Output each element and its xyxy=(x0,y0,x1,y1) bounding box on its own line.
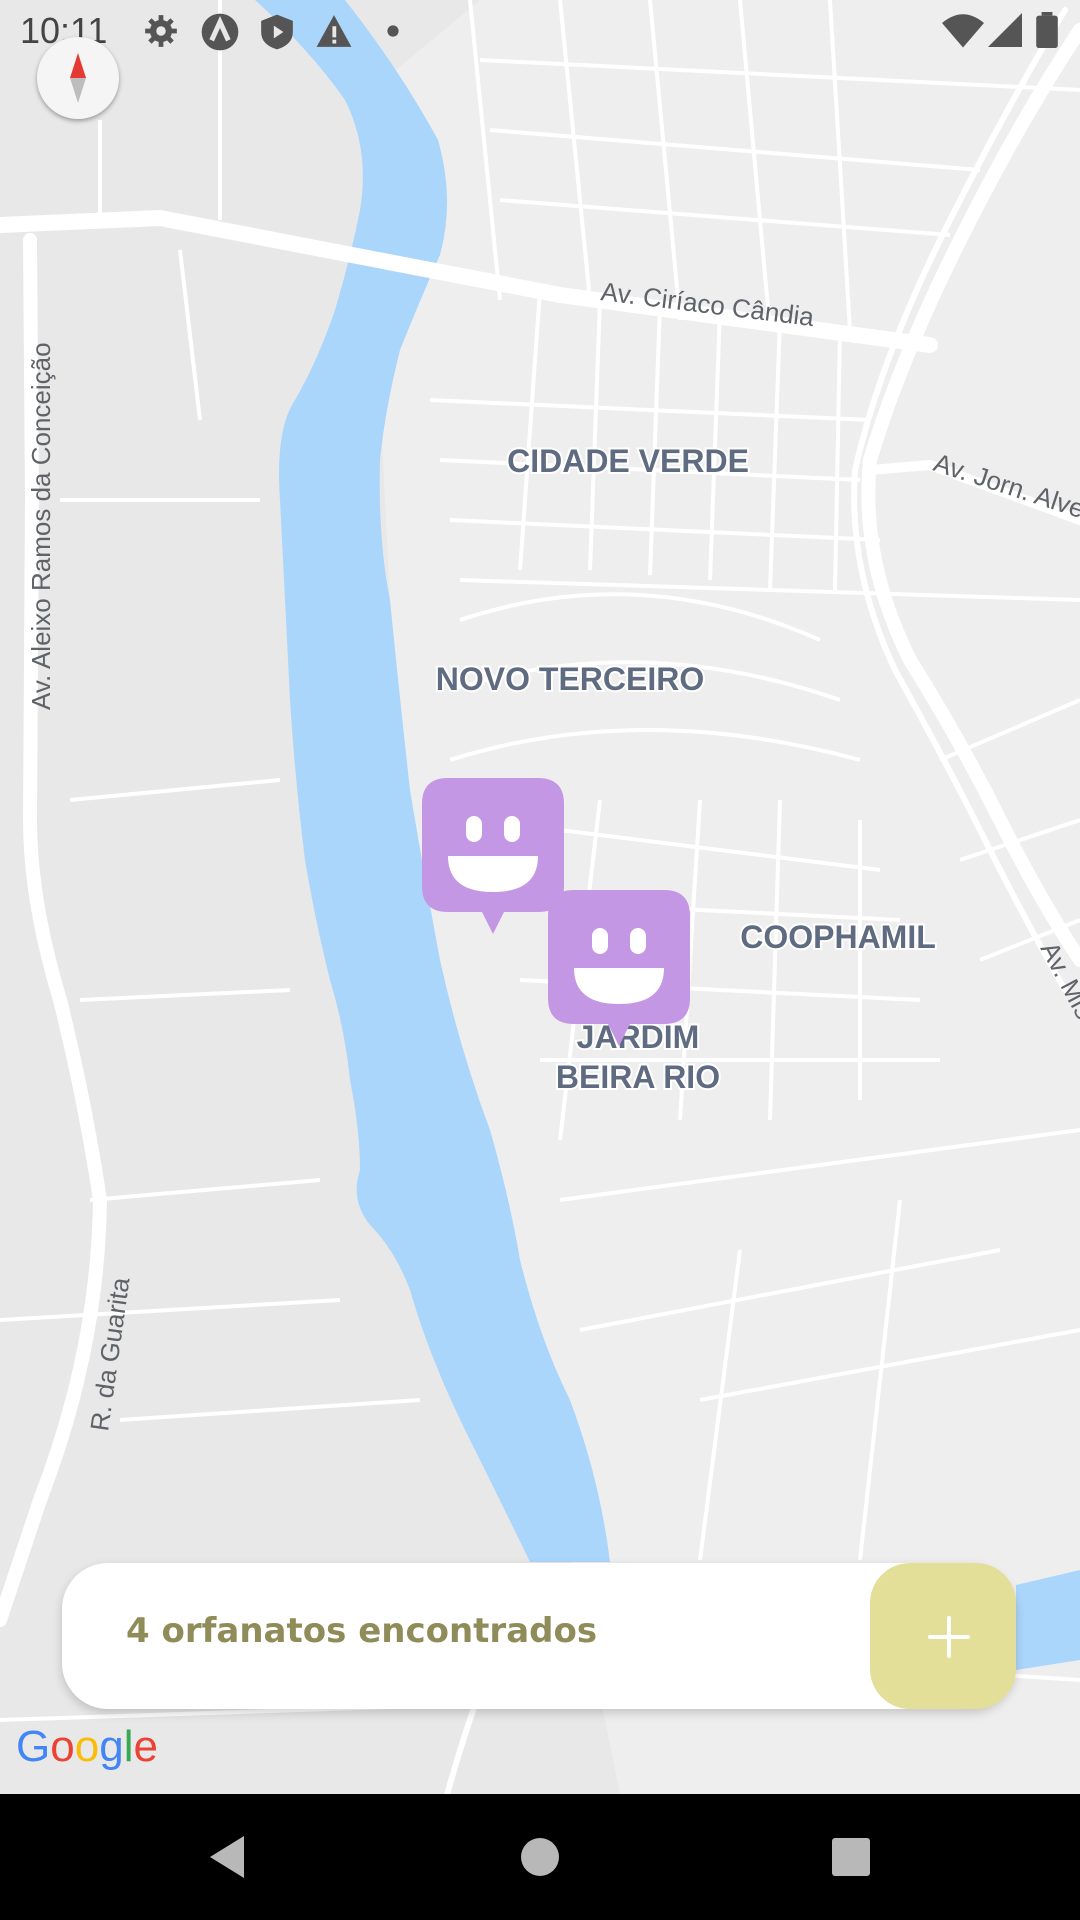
home-icon[interactable] xyxy=(507,1824,573,1890)
google-logo: Google xyxy=(16,1722,158,1772)
battery-icon xyxy=(1036,12,1058,48)
google-logo-letter: g xyxy=(99,1722,124,1771)
app-icon xyxy=(201,13,239,51)
smile-marker-icon[interactable] xyxy=(546,888,692,1048)
status-bar: 10:11 xyxy=(0,0,1080,63)
river-right xyxy=(1016,1570,1080,1670)
smile-marker-icon[interactable] xyxy=(420,776,566,936)
back-icon[interactable] xyxy=(196,1824,262,1890)
area-label-beira-rio: BEIRA RIO xyxy=(556,1059,720,1095)
compass-icon[interactable] xyxy=(37,37,119,119)
gear-icon xyxy=(145,15,177,47)
area-label-novo-terceiro: NOVO TERCEIRO xyxy=(436,661,704,697)
google-logo-letter: e xyxy=(133,1722,158,1771)
google-logo-letter: o xyxy=(74,1722,100,1771)
plus-icon xyxy=(928,1616,970,1658)
area-label-cidade-verde: CIDADE VERDE xyxy=(507,443,749,479)
google-logo-letter: l xyxy=(123,1722,134,1771)
navigation-bar xyxy=(0,1794,1080,1920)
shield-play-icon xyxy=(261,14,293,50)
street-label-aleixo: Av. Aleixo Ramos da Conceição xyxy=(26,342,56,710)
google-logo-letter: G xyxy=(16,1722,51,1771)
area-label-coophamil: COOPHAMIL xyxy=(740,919,936,955)
recents-icon[interactable] xyxy=(818,1824,884,1890)
dot-icon xyxy=(387,25,399,37)
orphanage-count-text: 4 orfanatos encontrados xyxy=(126,1611,598,1651)
add-orphanage-button[interactable] xyxy=(870,1563,1016,1709)
google-logo-letter: o xyxy=(50,1722,75,1771)
warning-icon xyxy=(316,15,352,47)
signal-icon xyxy=(988,13,1022,47)
wifi-icon xyxy=(942,14,984,48)
